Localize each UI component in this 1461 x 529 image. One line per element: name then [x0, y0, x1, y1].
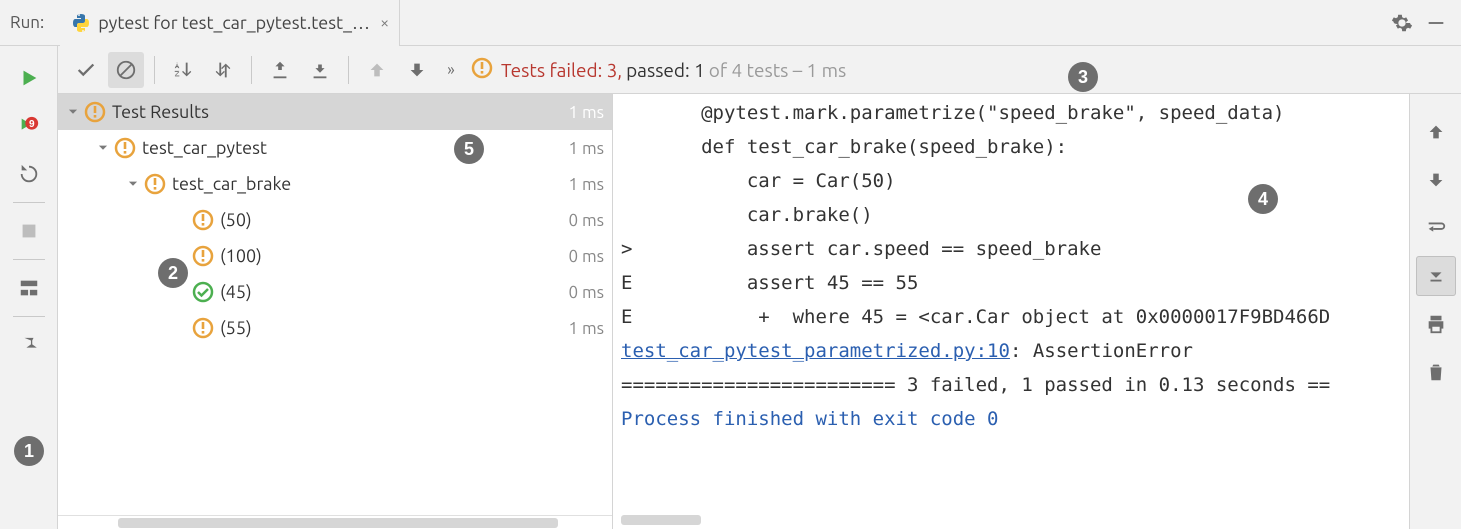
tree-time: 1 ms [568, 103, 604, 122]
close-tab-icon[interactable]: × [380, 14, 389, 32]
test-tree[interactable]: Test Results 1 ms test_car_pytest 1 ms t [58, 94, 613, 529]
tree-label: Test Results [112, 102, 560, 122]
content-row: Test Results 1 ms test_car_pytest 1 ms t [58, 94, 1461, 529]
warn-icon [192, 209, 214, 231]
sort-alpha-button[interactable] [165, 52, 201, 88]
scroll-to-end-button[interactable] [1416, 256, 1456, 296]
warn-icon [144, 173, 166, 195]
tree-label: test_car_pytest [142, 138, 560, 158]
warn-icon [192, 245, 214, 267]
summary-failed: Tests failed: 3, [501, 59, 622, 81]
prev-failed-button[interactable] [359, 52, 395, 88]
settings-button[interactable] [1385, 6, 1419, 40]
hide-button[interactable] [1419, 6, 1453, 40]
callout-1: 1 [14, 436, 44, 466]
collapse-all-button[interactable] [302, 52, 338, 88]
softwrap-button[interactable] [1416, 208, 1456, 248]
header-bar: Run: pytest for test_car_pytest.test_c..… [0, 0, 1461, 46]
tree-time: 1 ms [568, 319, 604, 338]
toggle-autotest-button[interactable] [9, 154, 49, 194]
test-summary: Tests failed: 3, passed: 1 of 4 tests – … [471, 57, 846, 83]
tree-case[interactable]: (50) 0 ms [58, 202, 612, 238]
warn-icon [471, 57, 493, 83]
python-icon [70, 12, 92, 34]
console-line: > assert car.speed == speed_brake [621, 232, 1409, 266]
layout-button[interactable] [9, 268, 49, 308]
stop-button[interactable] [9, 211, 49, 251]
pass-icon [192, 281, 214, 303]
scroll-up-button[interactable] [1416, 112, 1456, 152]
tree-time: 0 ms [568, 211, 604, 230]
chevron-down-icon[interactable] [124, 177, 142, 191]
console-panel: @pytest.mark.parametrize("speed_brake", … [613, 94, 1461, 529]
print-button[interactable] [1416, 304, 1456, 344]
mid-area: » Tests failed: 3, passed: 1 of 4 tests … [58, 46, 1461, 529]
callout-2: 2 [158, 258, 188, 288]
warn-icon [192, 317, 214, 339]
pin-button[interactable] [9, 325, 49, 365]
console-line: ======================== 3 failed, 1 pas… [621, 368, 1409, 402]
tree-time: 1 ms [568, 175, 604, 194]
tree-label: (45) [220, 282, 560, 302]
summary-passed: passed: 1 [626, 59, 705, 81]
show-ignored-button[interactable] [108, 52, 144, 88]
clear-button[interactable] [1416, 352, 1456, 392]
expand-all-button[interactable] [262, 52, 298, 88]
tree-case[interactable]: (45) 0 ms [58, 274, 612, 310]
tree-label: (100) [220, 246, 560, 266]
tree-label: test_car_brake [172, 174, 560, 194]
console-line: E assert 45 == 55 [621, 266, 1409, 300]
tree-root[interactable]: Test Results 1 ms [58, 94, 612, 130]
sort-duration-button[interactable] [205, 52, 241, 88]
warn-icon [114, 137, 136, 159]
tree-label: (55) [220, 318, 560, 338]
callout-4: 4 [1248, 184, 1278, 214]
tree-suite[interactable]: test_car_pytest 1 ms [58, 130, 612, 166]
tree-scrollbar[interactable] [58, 515, 612, 529]
console-scrollbar[interactable] [621, 515, 1411, 529]
console-line: E + where 45 = <car.Car object at 0x0000… [621, 300, 1409, 334]
run-config-title: pytest for test_car_pytest.test_c... [98, 13, 372, 33]
tree-time: 0 ms [568, 247, 604, 266]
callout-5: 5 [454, 134, 484, 164]
run-config-tab[interactable]: pytest for test_car_pytest.test_c... × [60, 0, 400, 46]
chevron-down-icon[interactable] [64, 105, 82, 119]
scroll-down-button[interactable] [1416, 160, 1456, 200]
console-line: car = Car(50) [621, 164, 1409, 198]
rerun-failed-button[interactable] [9, 106, 49, 146]
console-line: Process finished with exit code 0 [621, 402, 1409, 436]
tree-time: 1 ms [568, 139, 604, 158]
more-toolbar-button[interactable]: » [439, 52, 463, 88]
tree-label: (50) [220, 210, 560, 230]
console-line: @pytest.mark.parametrize("speed_brake", … [621, 96, 1409, 130]
console-gutter [1409, 94, 1461, 529]
body: » Tests failed: 3, passed: 1 of 4 tests … [0, 46, 1461, 529]
stacktrace-link[interactable]: test_car_pytest_parametrized.py:10 [621, 340, 1010, 362]
results-toolbar: » Tests failed: 3, passed: 1 of 4 tests … [58, 46, 1461, 94]
tree-test[interactable]: test_car_brake 1 ms [58, 166, 612, 202]
tree-case[interactable]: (55) 1 ms [58, 310, 612, 346]
console-line: car.brake() [621, 198, 1409, 232]
run-button[interactable] [9, 58, 49, 98]
callout-3: 3 [1068, 62, 1098, 92]
console-line: def test_car_brake(speed_brake): [621, 130, 1409, 164]
summary-suffix: of 4 tests – 1 ms [709, 59, 847, 81]
run-label: Run: [10, 13, 44, 32]
console-line: test_car_pytest_parametrized.py:10: Asse… [621, 334, 1409, 368]
console-output[interactable]: @pytest.mark.parametrize("speed_brake", … [613, 94, 1409, 529]
tree-case[interactable]: (100) 0 ms [58, 238, 612, 274]
show-passed-button[interactable] [68, 52, 104, 88]
next-failed-button[interactable] [399, 52, 435, 88]
tree-time: 0 ms [568, 283, 604, 302]
warn-icon [84, 101, 106, 123]
chevron-down-icon[interactable] [94, 141, 112, 155]
